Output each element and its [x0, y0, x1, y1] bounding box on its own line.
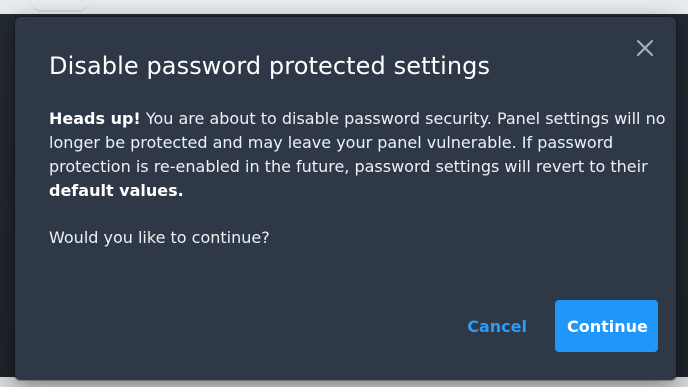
dialog-body: Heads up! You are about to disable passw…: [49, 107, 669, 250]
background-page: [0, 0, 688, 14]
dialog-title: Disable password protected settings: [49, 52, 491, 80]
cancel-button[interactable]: Cancel: [455, 300, 539, 352]
background-decoration: [30, 0, 90, 12]
dialog-footer: Cancel Continue: [455, 300, 658, 352]
confirmation-question: Would you like to continue?: [49, 228, 270, 247]
close-icon: [637, 40, 653, 56]
default-values-text: default values.: [49, 181, 184, 200]
close-button[interactable]: [630, 33, 660, 63]
warning-message: Heads up! You are about to disable passw…: [49, 107, 669, 203]
heads-up-label: Heads up!: [49, 109, 141, 128]
continue-button[interactable]: Continue: [555, 300, 658, 352]
warning-text: You are about to disable password securi…: [49, 109, 666, 176]
confirm-dialog: Disable password protected settings Head…: [15, 17, 676, 380]
